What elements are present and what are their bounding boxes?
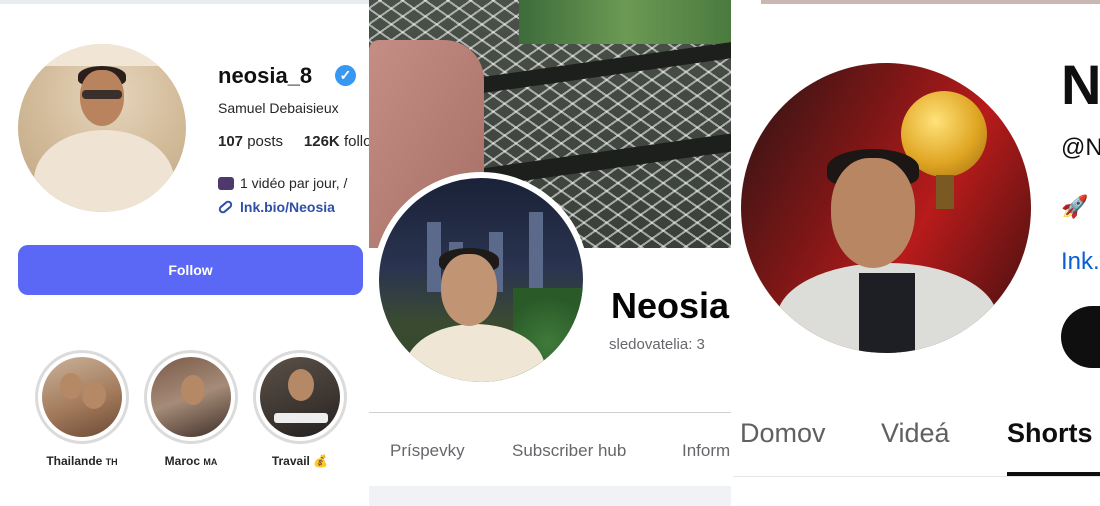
follow-button[interactable]: Follow	[18, 245, 363, 295]
facebook-profile-panel: Neosia sledovatelia: 3 Príspevky Subscri…	[369, 0, 731, 506]
highlight-ring	[253, 350, 347, 444]
highlight-thumbnail	[42, 357, 122, 437]
subscribe-button[interactable]	[1061, 306, 1100, 368]
channel-handle: @N	[1061, 134, 1100, 161]
followers-count[interactable]: 126K	[304, 133, 340, 150]
tab-home[interactable]: Domov	[740, 418, 826, 449]
highlight-label: Maroc MA	[164, 454, 218, 468]
page-name: Neosia	[611, 285, 730, 326]
channel-avatar[interactable]	[741, 63, 1031, 353]
rocket-icon: 🚀	[1061, 194, 1089, 219]
profile-link-text[interactable]: lnk.bio/Neosia	[240, 199, 335, 215]
posts-label: posts	[247, 133, 284, 150]
followers-label[interactable]: follo	[344, 133, 369, 150]
story-highlight-maroc[interactable]: Maroc MA	[141, 350, 241, 468]
tabs-divider	[369, 412, 731, 413]
highlight-ring	[144, 350, 238, 444]
tabs-divider	[733, 476, 1100, 477]
highlight-thumbnail	[151, 357, 231, 437]
tab-subscriber-hub[interactable]: Subscriber hub	[512, 441, 626, 461]
profile-bio: 1 vidéo par jour, /	[218, 175, 369, 191]
feed-background	[369, 486, 731, 506]
highlight-thumbnail	[260, 357, 340, 437]
link-icon	[217, 199, 234, 215]
profile-avatar[interactable]	[373, 172, 589, 388]
video-camera-icon	[218, 177, 234, 190]
profile-full-name: Samuel Debaisieux	[218, 100, 339, 116]
banner-edge	[761, 0, 1100, 4]
highlight-ring	[35, 350, 129, 444]
verified-badge-icon: ✓	[335, 65, 356, 86]
profile-stats: 107 posts 126K follo	[218, 133, 369, 150]
tab-shorts[interactable]: Shorts	[1007, 418, 1093, 449]
youtube-channel-panel: N @N 🚀 Ink. Domov Videá Shorts	[733, 0, 1100, 506]
top-divider	[0, 0, 369, 4]
followers-count[interactable]: sledovatelia: 3	[609, 336, 705, 353]
tab-posts[interactable]: Príspevky	[390, 441, 465, 461]
highlight-label: Thailande TH	[46, 454, 118, 468]
story-highlight-thailande[interactable]: Thailande TH	[32, 350, 132, 468]
story-highlight-travail[interactable]: Travail 💰	[250, 350, 350, 468]
profile-username: neosia_8	[218, 63, 313, 88]
posts-count: 107	[218, 133, 244, 150]
bio-text: 1 vidéo par jour, /	[240, 175, 348, 191]
highlight-label: Travail 💰	[271, 454, 329, 468]
tab-info[interactable]: Inform	[682, 441, 730, 461]
tab-videos[interactable]: Videá	[881, 418, 950, 449]
channel-name: N	[1061, 53, 1100, 116]
profile-link[interactable]: lnk.bio/Neosia	[217, 199, 335, 215]
profile-avatar[interactable]	[18, 44, 186, 212]
instagram-profile-panel: neosia_8 ✓ Samuel Debaisieux 107 posts 1…	[0, 0, 369, 506]
channel-link[interactable]: Ink.	[1061, 248, 1100, 276]
